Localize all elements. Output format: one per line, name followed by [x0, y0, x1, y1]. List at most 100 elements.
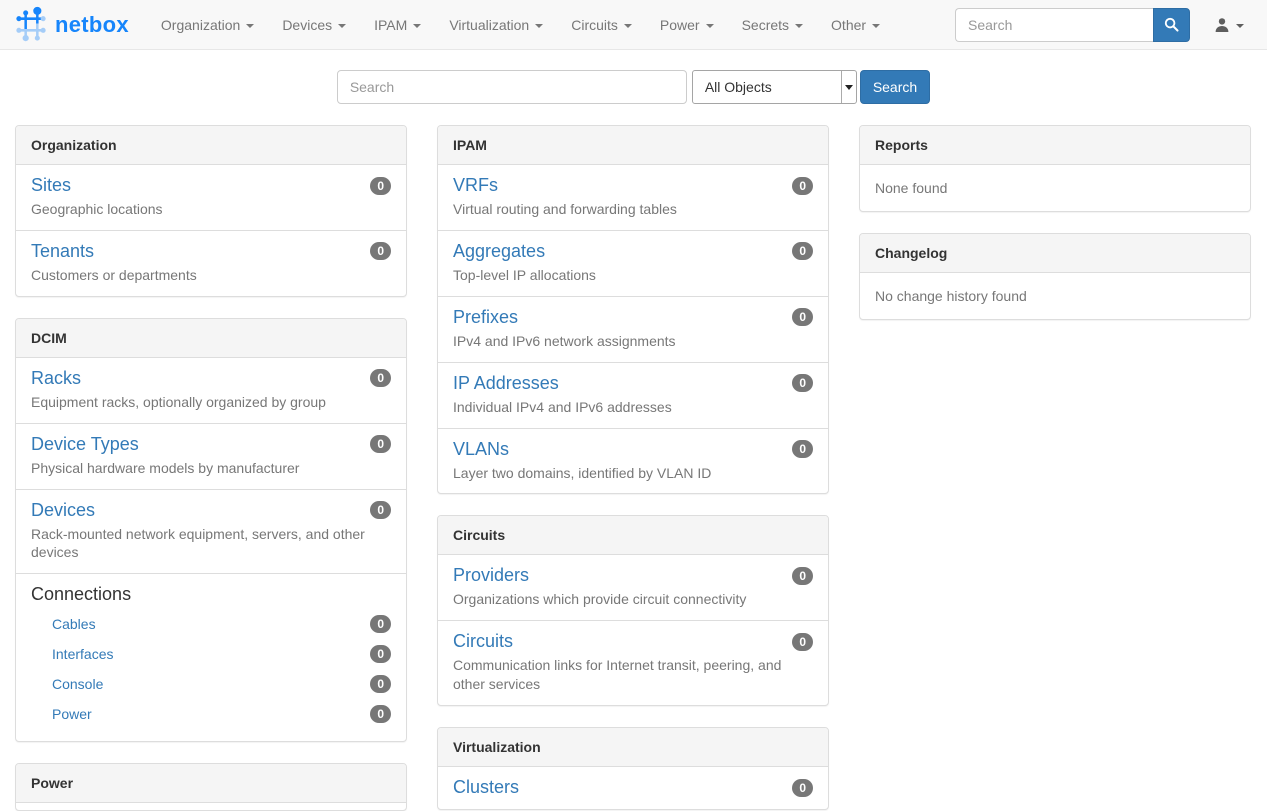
count-badge: 0	[370, 242, 391, 260]
list-item-vrfs: VRFs 0 Virtual routing and forwarding ta…	[438, 165, 828, 230]
count-badge: 0	[370, 435, 391, 453]
connection-row-cables: Cables 0	[31, 609, 391, 639]
connection-row-console: Console 0	[31, 669, 391, 699]
list-item-prefixes: Prefixes 0 IPv4 and IPv6 network assignm…	[438, 296, 828, 362]
circuits-link[interactable]: Circuits	[453, 631, 513, 652]
connection-row-power: Power 0	[31, 699, 391, 729]
nav-label: IPAM	[374, 17, 407, 33]
chevron-down-icon	[872, 24, 880, 28]
count-badge: 0	[370, 369, 391, 387]
item-description: Top-level IP allocations	[453, 266, 813, 285]
count-badge: 0	[792, 567, 813, 585]
changelog-empty-text: No change history found	[860, 273, 1250, 319]
vrfs-link[interactable]: VRFs	[453, 175, 498, 196]
panel-title: Circuits	[438, 516, 828, 555]
panel-virtualization: Virtualization Clusters 0	[437, 727, 829, 810]
cables-link[interactable]: Cables	[52, 616, 96, 632]
racks-link[interactable]: Racks	[31, 368, 81, 389]
devices-link[interactable]: Devices	[31, 500, 95, 521]
power-connections-link[interactable]: Power	[52, 706, 92, 722]
interfaces-link[interactable]: Interfaces	[52, 646, 113, 662]
column-right: Reports None found Changelog No change h…	[859, 125, 1251, 341]
count-badge: 0	[792, 440, 813, 458]
count-badge: 0	[370, 615, 391, 633]
top-navbar: netbox Organization Devices IPAM Virtual…	[0, 0, 1267, 50]
nav-item-ipam[interactable]: IPAM	[360, 0, 435, 50]
list-item-racks: Racks 0 Equipment racks, optionally orga…	[16, 358, 406, 423]
item-description: Customers or departments	[31, 266, 391, 285]
panel-title: Changelog	[860, 234, 1250, 273]
list-item-device-types: Device Types 0 Physical hardware models …	[16, 423, 406, 489]
nav-item-other[interactable]: Other	[817, 0, 894, 50]
count-badge: 0	[792, 374, 813, 392]
item-description: Geographic locations	[31, 200, 391, 219]
magnifier-icon	[1164, 17, 1179, 32]
nav-label: Devices	[282, 17, 332, 33]
item-description: Organizations which provide circuit conn…	[453, 590, 813, 609]
device-types-link[interactable]: Device Types	[31, 434, 139, 455]
navbar-search-button[interactable]	[1153, 8, 1190, 42]
chevron-down-icon	[535, 24, 543, 28]
count-badge: 0	[792, 308, 813, 326]
nav-item-devices[interactable]: Devices	[268, 0, 360, 50]
nav-item-virtualization[interactable]: Virtualization	[435, 0, 557, 50]
panel-title: DCIM	[16, 319, 406, 358]
ip-addresses-link[interactable]: IP Addresses	[453, 373, 559, 394]
reports-empty-text: None found	[860, 165, 1250, 211]
nav-label: Secrets	[742, 17, 789, 33]
list-item-aggregates: Aggregates 0 Top-level IP allocations	[438, 230, 828, 296]
list-item-devices: Devices 0 Rack-mounted network equipment…	[16, 489, 406, 574]
nav-item-secrets[interactable]: Secrets	[728, 0, 817, 50]
object-type-select[interactable]: All Objects	[692, 70, 857, 104]
nav-item-circuits[interactable]: Circuits	[557, 0, 646, 50]
prefixes-link[interactable]: Prefixes	[453, 307, 518, 328]
count-badge: 0	[370, 645, 391, 663]
item-description: Layer two domains, identified by VLAN ID	[453, 464, 813, 483]
netbox-brand[interactable]: netbox	[15, 6, 129, 43]
panel-ipam: IPAM VRFs 0 Virtual routing and forwardi…	[437, 125, 829, 494]
chevron-down-icon	[795, 24, 803, 28]
panel-title: Reports	[860, 126, 1250, 165]
panel-title: IPAM	[438, 126, 828, 165]
object-type-selected: All Objects	[693, 79, 841, 95]
providers-link[interactable]: Providers	[453, 565, 529, 586]
count-badge: 0	[792, 242, 813, 260]
nav-item-power[interactable]: Power	[646, 0, 728, 50]
list-item-sites: Sites 0 Geographic locations	[16, 165, 406, 230]
connections-heading: Connections	[31, 584, 391, 605]
chevron-down-icon	[1236, 24, 1244, 28]
select-dropmarker	[841, 71, 856, 103]
item-description: Equipment racks, optionally organized by…	[31, 393, 391, 412]
item-description: Individual IPv4 and IPv6 addresses	[453, 398, 813, 417]
console-link[interactable]: Console	[52, 676, 103, 692]
global-search-input[interactable]	[337, 70, 687, 104]
panel-title: Organization	[16, 126, 406, 165]
connection-row-interfaces: Interfaces 0	[31, 639, 391, 669]
global-search-bar: All Objects Search	[0, 70, 1267, 104]
aggregates-link[interactable]: Aggregates	[453, 241, 545, 262]
navbar-search-input[interactable]	[955, 8, 1153, 42]
main-nav: Organization Devices IPAM Virtualization…	[147, 0, 894, 50]
count-badge: 0	[370, 705, 391, 723]
chevron-down-icon	[413, 24, 421, 28]
column-middle: IPAM VRFs 0 Virtual routing and forwardi…	[437, 125, 829, 810]
global-search-button[interactable]: Search	[860, 70, 930, 104]
tenants-link[interactable]: Tenants	[31, 241, 94, 262]
nav-label: Other	[831, 17, 866, 33]
connections-section: Connections Cables 0 Interfaces 0 Consol…	[16, 573, 406, 741]
chevron-down-icon	[845, 85, 853, 90]
dashboard-content: Organization Sites 0 Geographic location…	[0, 104, 1267, 811]
netbox-logo-icon	[15, 6, 48, 43]
user-menu[interactable]	[1206, 17, 1252, 33]
item-description: IPv4 and IPv6 network assignments	[453, 332, 813, 351]
vlans-link[interactable]: VLANs	[453, 439, 509, 460]
person-icon	[1214, 17, 1230, 33]
panel-dcim: DCIM Racks 0 Equipment racks, optionally…	[15, 318, 407, 743]
list-item-circuits: Circuits 0 Communication links for Inter…	[438, 620, 828, 705]
panel-title: Virtualization	[438, 728, 828, 767]
sites-link[interactable]: Sites	[31, 175, 71, 196]
nav-item-organization[interactable]: Organization	[147, 0, 268, 50]
panel-reports: Reports None found	[859, 125, 1251, 212]
chevron-down-icon	[338, 24, 346, 28]
list-item-ip-addresses: IP Addresses 0 Individual IPv4 and IPv6 …	[438, 362, 828, 428]
